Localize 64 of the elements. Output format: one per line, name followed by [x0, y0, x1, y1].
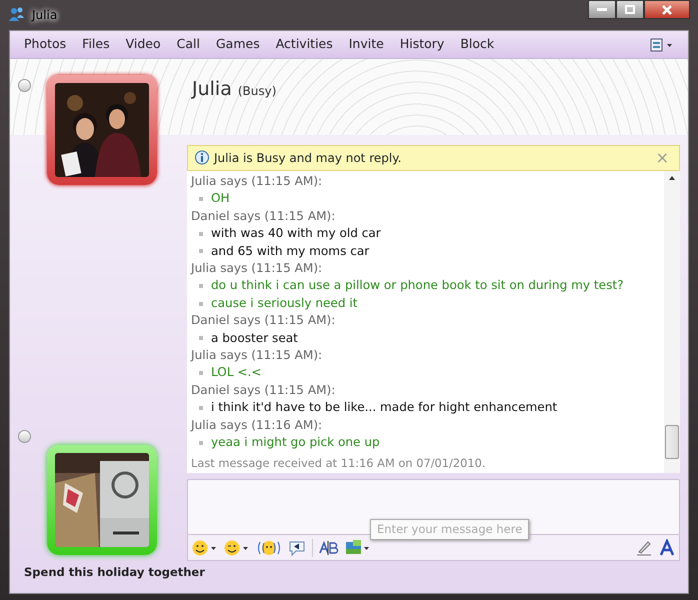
menu-item[interactable]: Video	[118, 35, 169, 54]
emoticon-button[interactable]	[192, 538, 218, 556]
sender-line: Daniel says (11:15 AM):	[191, 208, 336, 225]
handwriting-button[interactable]	[635, 538, 653, 556]
contact-status: (Busy)	[238, 84, 276, 98]
maximize-icon	[625, 5, 635, 14]
wink-button[interactable]	[224, 538, 250, 556]
menu-item[interactable]: History	[392, 35, 452, 54]
sender-line: Julia says (11:15 AM):	[191, 347, 324, 364]
contact-name: Julia	[192, 78, 232, 100]
bullet	[199, 232, 203, 236]
message-text: i think it'd have to be like... made for hight enhancement	[211, 399, 558, 416]
minimize-button[interactable]	[588, 0, 616, 19]
info-icon	[194, 150, 210, 166]
layout-menu-button[interactable]	[650, 38, 674, 52]
collapse-toggle[interactable]	[18, 430, 31, 443]
bullet	[199, 197, 203, 202]
sender-line: Daniel says (11:15 AM):	[191, 312, 336, 330]
minimize-icon	[597, 8, 607, 12]
bullet	[199, 336, 203, 340]
collapse-toggle[interactable]	[18, 79, 31, 92]
scrollbar-thumb[interactable]	[665, 425, 679, 459]
scroll-up-arrow-icon[interactable]	[668, 175, 676, 181]
message-input-field[interactable]	[187, 479, 680, 535]
message-text: a booster seat	[211, 330, 298, 347]
bullet	[199, 302, 203, 306]
window-title: Julia	[32, 7, 58, 24]
tooltip: Enter your message here	[370, 519, 530, 540]
menu-item[interactable]: Photos	[16, 35, 74, 54]
message-text: and 65 with my moms car	[211, 242, 370, 260]
background-button[interactable]	[345, 538, 371, 556]
notice-text: Julia is Busy and may not reply.	[214, 150, 402, 167]
font-button[interactable]	[659, 538, 675, 556]
menu-item[interactable]: Files	[74, 35, 118, 54]
nudge-button[interactable]	[256, 538, 282, 556]
message-text: with was 40 with my old car	[211, 225, 381, 242]
bullet	[199, 440, 203, 445]
font-icon-button[interactable]	[319, 538, 339, 556]
sender-line: Julia says (11:16 AM):	[191, 416, 324, 434]
bullet	[199, 249, 203, 254]
menu-item[interactable]: Games	[208, 35, 268, 54]
sender-line: Daniel says (11:15 AM):	[191, 382, 336, 399]
bullet	[199, 406, 203, 410]
close-icon	[661, 4, 673, 14]
footer-text: Spend this holiday together	[24, 564, 205, 581]
close-button[interactable]	[644, 0, 690, 19]
menu-item[interactable]: Invite	[340, 35, 392, 54]
bullet	[199, 284, 203, 288]
message-text: yeaa i might go pick one up	[211, 434, 380, 452]
voice-clip-button[interactable]	[288, 540, 306, 556]
message-text: do u think i can use a pillow or phone book to sit on during my test?	[211, 277, 624, 294]
scrollbar[interactable]	[664, 171, 680, 473]
sender-line: Julia says (11:15 AM):	[191, 173, 324, 190]
menu-item[interactable]: Activities	[268, 35, 341, 54]
menu-item[interactable]: Call	[168, 35, 208, 54]
message-text: cause i seriously need it	[211, 294, 358, 312]
message-text: OH	[211, 190, 230, 208]
message-text: LOL <.<	[211, 364, 262, 382]
bullet	[199, 371, 203, 376]
maximize-button[interactable]	[616, 0, 644, 19]
last-message-note: Last message received at 11:16 AM on 07/01/2010.	[191, 454, 486, 472]
messenger-icon	[8, 6, 26, 24]
menu-item[interactable]: Block	[452, 35, 502, 54]
sender-line: Julia says (11:15 AM):	[191, 260, 324, 278]
